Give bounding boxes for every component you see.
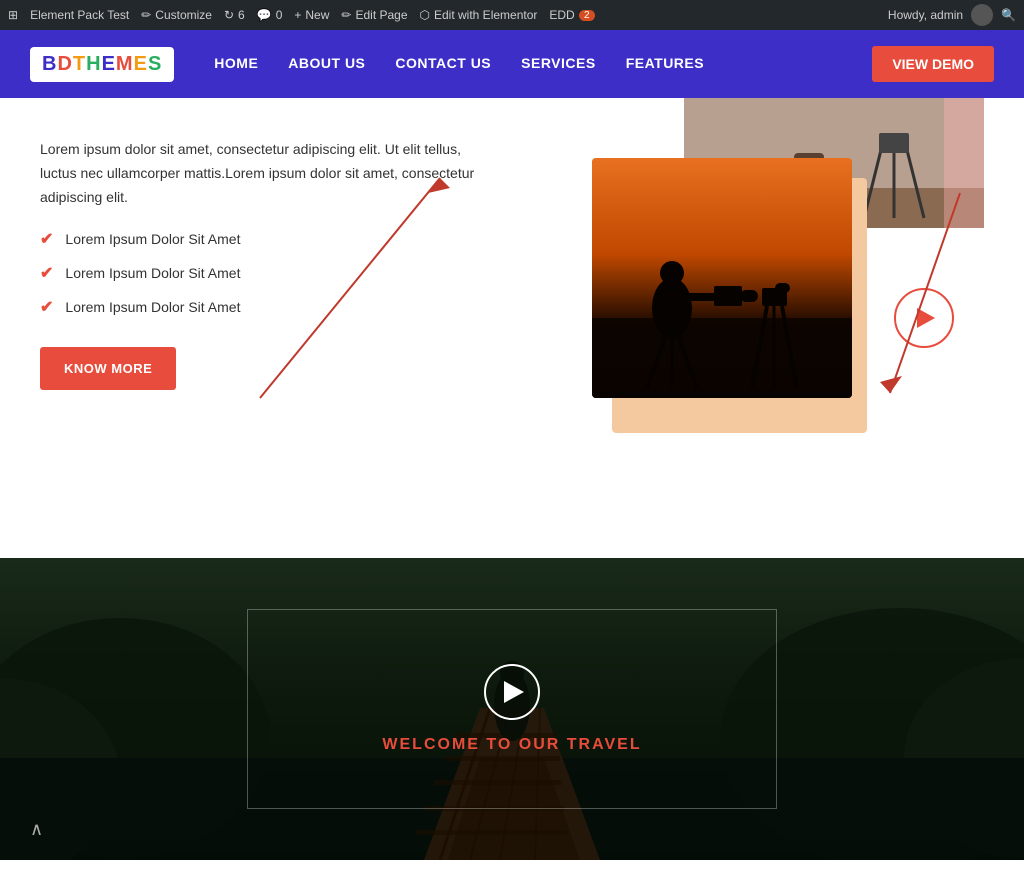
admin-bar-right: Howdy, admin 🔍 <box>888 4 1016 26</box>
check-icon-2: ✔ <box>40 263 53 283</box>
new-label: New <box>305 8 329 22</box>
play-icon-large <box>504 681 524 703</box>
main-content: Lorem ipsum dolor sit amet, consectetur … <box>0 98 1024 558</box>
nav-link-about: ABOUT US <box>288 55 365 71</box>
wp-logo-icon: ⊞ <box>8 8 18 22</box>
nav-links: HOME ABOUT US CONTACT US SERVICES FEATUR… <box>214 55 872 73</box>
nav-item-home[interactable]: HOME <box>214 55 258 73</box>
checklist-item-2: ✔ Lorem Ipsum Dolor Sit Amet <box>40 263 492 283</box>
edit-page-label: Edit Page <box>355 8 407 22</box>
edd-badge: 2 <box>579 10 595 21</box>
nav-link-contact: CONTACT US <box>395 55 491 71</box>
nav-item-contact[interactable]: CONTACT US <box>395 55 491 73</box>
nav-item-services[interactable]: SERVICES <box>521 55 596 73</box>
nav-link-features: FEATURES <box>626 55 704 71</box>
nav-item-features[interactable]: FEATURES <box>626 55 704 73</box>
howdy-label: Howdy, admin <box>888 8 963 22</box>
cameraman-image-wrapper <box>592 158 852 398</box>
scroll-up-icon: ∧ <box>30 819 43 839</box>
nav-bar: BDTHEMES HOME ABOUT US CONTACT US SERVIC… <box>0 30 1024 98</box>
comments-icon: 💬 <box>257 8 272 22</box>
edit-page-item[interactable]: ✏ Edit Page <box>341 8 407 22</box>
right-section <box>512 128 984 528</box>
know-more-button[interactable]: KNOW MORE <box>40 347 176 390</box>
nav-item-about[interactable]: ABOUT US <box>288 55 365 73</box>
checklist-item-3: ✔ Lorem Ipsum Dolor Sit Amet <box>40 297 492 317</box>
checklist-item-1: ✔ Lorem Ipsum Dolor Sit Amet <box>40 229 492 249</box>
edit-elementor-item[interactable]: ⬡ Edit with Elementor <box>420 8 538 22</box>
edd-label: EDD <box>549 8 574 22</box>
play-button-large[interactable] <box>484 664 540 720</box>
scroll-arrow[interactable]: ∧ <box>30 819 43 840</box>
video-frame: WELCOME TO OUR TRAVEL <box>247 609 777 809</box>
revisions-icon: ↻ <box>224 8 234 22</box>
view-demo-button[interactable]: View Demo <box>872 46 994 82</box>
check-icon-1: ✔ <box>40 229 53 249</box>
admin-bar: ⊞ Element Pack Test ✏ Customize ↻ 6 💬 0 … <box>0 0 1024 30</box>
intro-paragraph: Lorem ipsum dolor sit amet, consectetur … <box>40 138 492 209</box>
checklist-label-2: Lorem Ipsum Dolor Sit Amet <box>65 265 240 281</box>
cameraman-image <box>592 158 852 398</box>
customize-label: Customize <box>155 8 212 22</box>
search-icon[interactable]: 🔍 <box>1001 8 1016 22</box>
video-banner: WELCOME TO OUR TRAVEL ∧ <box>0 558 1024 860</box>
edd-item[interactable]: EDD 2 <box>549 8 594 22</box>
plus-icon: + <box>294 8 301 22</box>
checklist-label-1: Lorem Ipsum Dolor Sit Amet <box>65 231 240 247</box>
nav-link-home: HOME <box>214 55 258 71</box>
avatar <box>971 4 993 26</box>
comments-item[interactable]: 💬 0 <box>257 8 283 22</box>
customize-icon: ✏ <box>141 8 151 22</box>
image-overlay <box>944 98 984 228</box>
site-title-item[interactable]: Element Pack Test <box>30 8 129 22</box>
wp-logo-item[interactable]: ⊞ <box>8 8 18 22</box>
play-button[interactable] <box>894 288 954 348</box>
check-icon-3: ✔ <box>40 297 53 317</box>
site-title: Element Pack Test <box>30 8 129 22</box>
customize-item[interactable]: ✏ Customize <box>141 8 212 22</box>
checklist-label-3: Lorem Ipsum Dolor Sit Amet <box>65 299 240 315</box>
revisions-count: 6 <box>238 8 245 22</box>
revisions-item[interactable]: ↻ 6 <box>224 8 245 22</box>
edit-elementor-label: Edit with Elementor <box>434 8 537 22</box>
logo[interactable]: BDTHEMES <box>30 47 174 82</box>
elementor-icon: ⬡ <box>420 8 430 22</box>
comments-count: 0 <box>276 8 283 22</box>
new-item[interactable]: + New <box>294 8 329 22</box>
nav-link-services: SERVICES <box>521 55 596 71</box>
edit-icon: ✏ <box>341 8 351 22</box>
welcome-text: WELCOME TO OUR TRAVEL <box>382 736 641 754</box>
checklist: ✔ Lorem Ipsum Dolor Sit Amet ✔ Lorem Ips… <box>40 229 492 317</box>
cameraman-svg <box>592 158 852 398</box>
play-icon <box>917 308 935 328</box>
left-section: Lorem ipsum dolor sit amet, consectetur … <box>40 128 512 528</box>
